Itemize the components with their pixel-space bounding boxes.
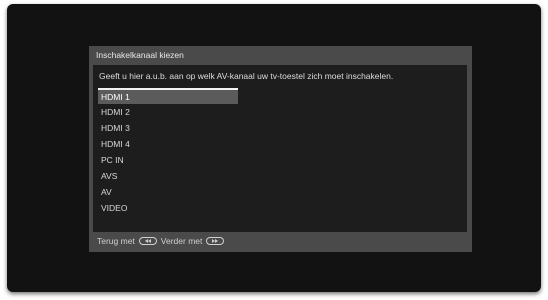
channel-list: HDMI 1 HDMI 2 HDMI 3 HDMI 4 PC IN AVS AV… xyxy=(98,88,238,216)
dialog-footer: Terug met Verder met xyxy=(97,236,228,246)
channel-item-hdmi1[interactable]: HDMI 1 xyxy=(98,88,238,104)
channel-item-video[interactable]: VIDEO xyxy=(98,200,238,216)
back-label: Terug met xyxy=(97,236,135,246)
channel-item-avs[interactable]: AVS xyxy=(98,168,238,184)
channel-dialog: Inschakelkanaal kiezen Geeft u hier a.u.… xyxy=(89,46,472,252)
dialog-title: Inschakelkanaal kiezen xyxy=(96,50,184,60)
channel-item-av[interactable]: AV xyxy=(98,184,238,200)
fast-forward-button-icon[interactable] xyxy=(206,237,225,245)
channel-item-pc-in[interactable]: PC IN xyxy=(98,152,238,168)
dialog-body: Geeft u hier a.u.b. aan op welk AV-kanaa… xyxy=(93,65,467,232)
next-label: Verder met xyxy=(160,236,203,246)
channel-item-hdmi4[interactable]: HDMI 4 xyxy=(98,136,238,152)
channel-item-hdmi2[interactable]: HDMI 2 xyxy=(98,104,238,120)
channel-item-hdmi3[interactable]: HDMI 3 xyxy=(98,120,238,136)
instruction-text: Geeft u hier a.u.b. aan op welk AV-kanaa… xyxy=(99,71,394,81)
rewind-button-icon[interactable] xyxy=(138,237,157,245)
tv-screen: Inschakelkanaal kiezen Geeft u hier a.u.… xyxy=(7,4,541,292)
